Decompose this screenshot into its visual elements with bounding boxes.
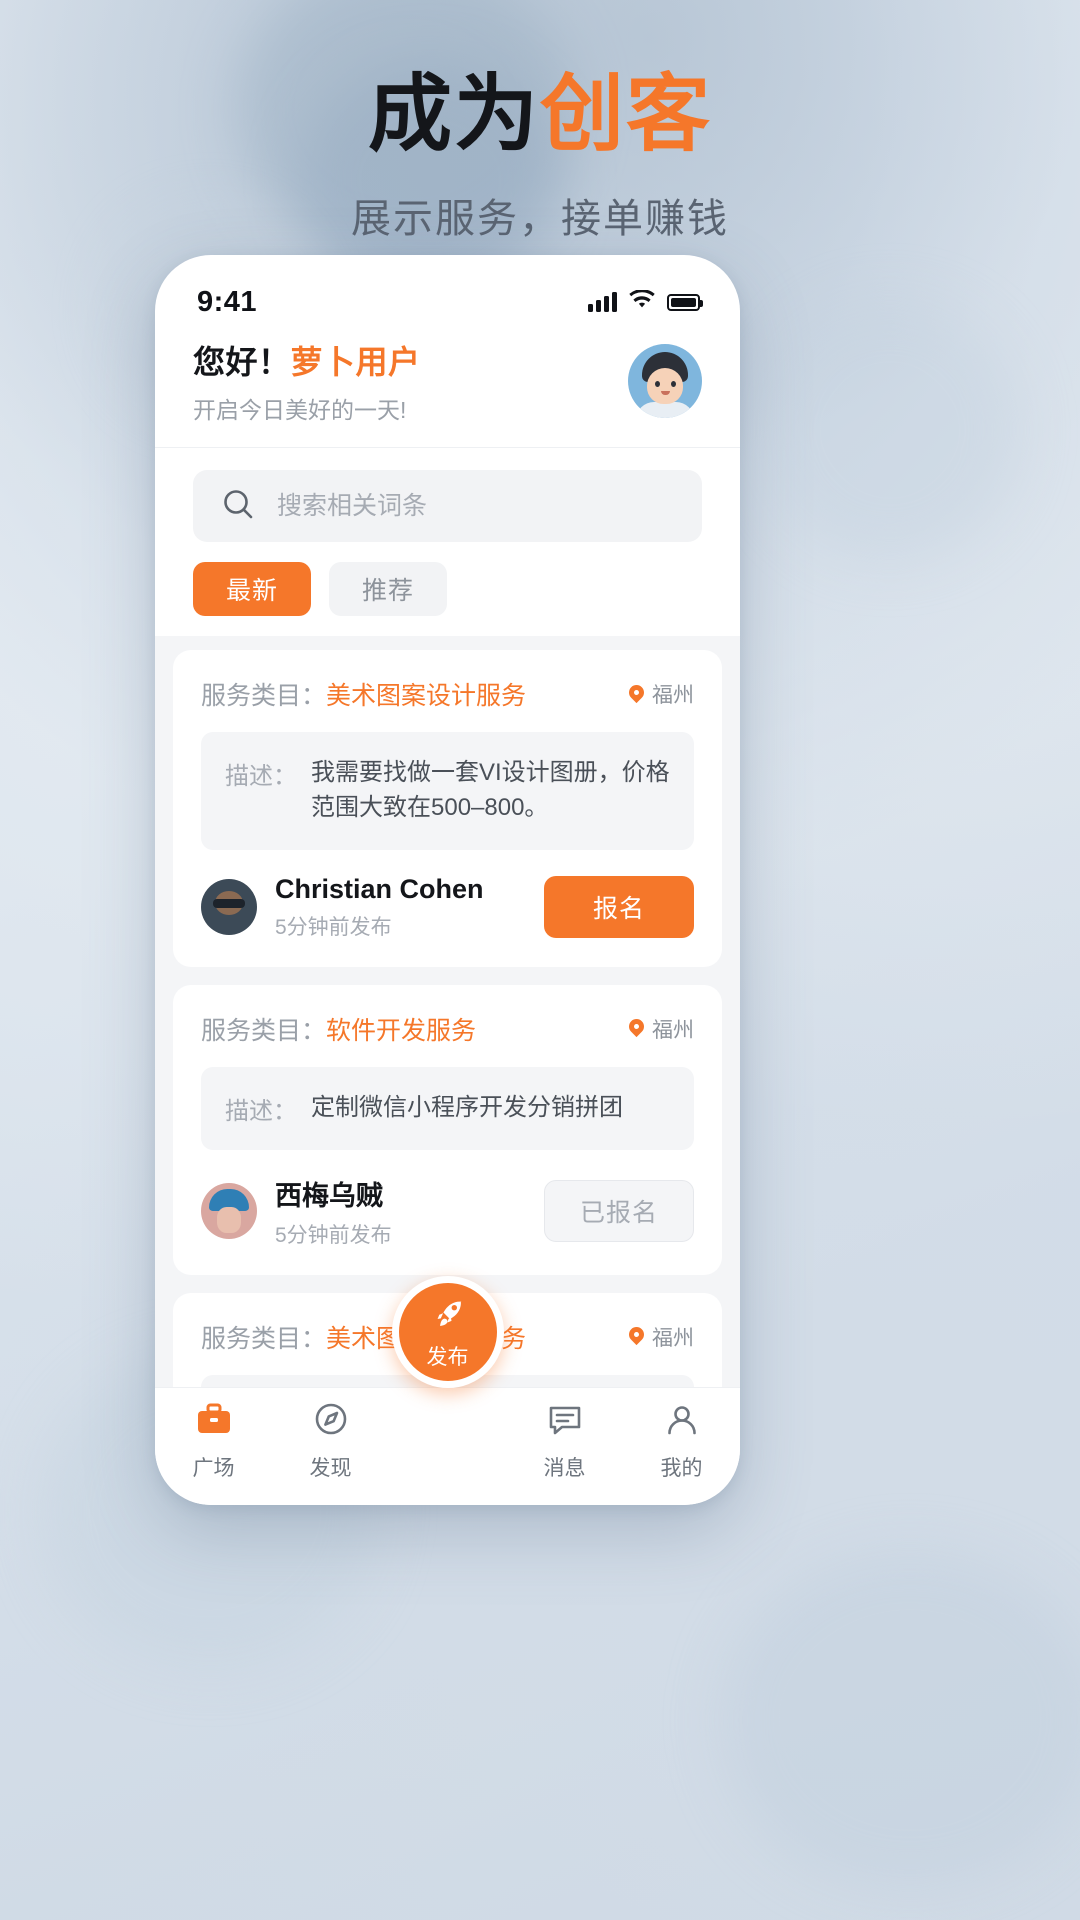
location-pin-icon [629, 1327, 644, 1346]
description-label: 描述： [225, 763, 297, 790]
service-category: 服务类目：美术图案设计服务 [201, 676, 526, 712]
tab-recommended[interactable]: 推荐 [329, 562, 447, 616]
location-tag: 福州 [629, 1322, 694, 1352]
briefcase-icon [195, 1402, 233, 1443]
apply-button[interactable]: 报名 [544, 876, 694, 939]
card-header: 服务类目：美术图案设计服务 福州 [201, 676, 694, 712]
avatar-eye-right [671, 381, 676, 387]
poster-name: Christian Cohen [275, 873, 484, 904]
description-block: 描述： 定制微信小程序开发分销拼团 [201, 1066, 694, 1150]
status-icons [588, 288, 703, 315]
feed-list[interactable]: 服务类目：美术图案设计服务 福州 描述： 我需要找做一套VI设计图册，价格范围大… [155, 636, 740, 1387]
bottom-nav: 广场 发现 发布 消息 我的 [155, 1276, 740, 1505]
user-avatar-ximei[interactable] [201, 1183, 257, 1240]
applied-button: 已报名 [544, 1180, 694, 1243]
poster-time: 5分钟前发布 [275, 915, 392, 939]
tab-latest[interactable]: 最新 [193, 562, 311, 616]
greeting-subtitle: 开启今日美好的一天! [193, 397, 407, 423]
poster-info: Christian Cohen 5分钟前发布 [201, 874, 484, 941]
card-footer: 西梅乌贼 5分钟前发布 已报名 [201, 1174, 694, 1249]
location-label: 福州 [652, 1326, 694, 1350]
greeting-line: 您好！萝卜用户 [193, 337, 421, 383]
location-tag: 福州 [629, 1014, 694, 1044]
wifi-icon [629, 288, 655, 315]
message-icon [546, 1402, 584, 1443]
phone-mockup: 9:41 您好！萝卜用户 开启今日美好的一天! 搜索相关词条 最新 推荐 服务类… [155, 255, 740, 1505]
search-section [155, 448, 740, 542]
nav-label-mine: 我的 [660, 1457, 703, 1480]
poster-info: 西梅乌贼 5分钟前发布 [201, 1174, 392, 1249]
nav-label-plaza: 广场 [192, 1457, 235, 1480]
service-category-label: 服务类目： [201, 1016, 327, 1045]
avatar-eye-left [655, 381, 660, 387]
filter-tabs: 最新 推荐 [155, 542, 740, 636]
search-bar[interactable] [193, 470, 702, 542]
rocket-icon [428, 1294, 468, 1339]
nav-item-discover[interactable]: 发现 [281, 1402, 381, 1482]
tab-latest-label: 最新 [225, 577, 278, 605]
status-time: 9:41 [197, 285, 258, 318]
location-label: 福州 [652, 1018, 694, 1042]
user-avatar-christian[interactable] [201, 879, 257, 936]
page-title: 成为创客 [0, 72, 1080, 156]
service-category-label: 服务类目： [201, 1324, 327, 1353]
greeting-username: 萝卜用户 [290, 344, 421, 380]
location-pin-icon [629, 685, 644, 704]
person-icon [663, 1402, 701, 1443]
status-bar: 9:41 [155, 255, 740, 333]
poster-time: 5分钟前发布 [275, 1223, 392, 1247]
location-tag: 福州 [629, 679, 694, 709]
nav-item-messages[interactable]: 消息 [515, 1402, 615, 1482]
card-footer: Christian Cohen 5分钟前发布 报名 [201, 874, 694, 941]
description-text: 我需要找做一套VI设计图册，价格范围大致在500–800。 [311, 759, 670, 821]
compass-icon [312, 1402, 350, 1443]
nav-label-publish: 发布 [426, 1345, 469, 1369]
poster-text: Christian Cohen 5分钟前发布 [275, 874, 484, 941]
card-header: 服务类目：软件开发服务 福州 [201, 1011, 694, 1047]
headline-dark-part: 成为 [367, 67, 540, 161]
nav-label-discover: 发现 [309, 1457, 352, 1480]
publish-fab-button[interactable]: 发布 [391, 1276, 504, 1388]
location-label: 福州 [652, 684, 694, 707]
list-item[interactable]: 服务类目：软件开发服务 福州 描述： 定制微信小程序开发分销拼团 西梅乌贼 5分… [173, 984, 722, 1275]
location-pin-icon [629, 1019, 644, 1038]
poster-text-block: 成为创客 展示服务，接单赚钱 [0, 0, 1080, 244]
nav-item-mine[interactable]: 我的 [632, 1402, 732, 1482]
list-item[interactable]: 服务类目：美术图案设计服务 福州 描述： 我需要找做一套VI设计图册，价格范围大… [173, 650, 722, 967]
greeting-row: 您好！萝卜用户 开启今日美好的一天! [155, 333, 740, 448]
service-category-label: 服务类目： [201, 682, 327, 710]
search-icon [221, 487, 255, 526]
cellular-signal-icon [588, 292, 617, 312]
page-subtitle: 展示服务，接单赚钱 [351, 197, 729, 241]
service-category: 服务类目：软件开发服务 [201, 1011, 476, 1047]
headline-accent-part: 创客 [540, 67, 713, 161]
poster-text: 西梅乌贼 5分钟前发布 [275, 1174, 392, 1249]
description-block: 描述： 我需要找做一套VI设计图册，价格范围大致在500–800。 [201, 732, 694, 850]
tab-recommended-label: 推荐 [361, 577, 414, 605]
bg-blob [720, 1550, 1080, 1890]
search-input[interactable] [277, 491, 674, 521]
bg-blob [760, 300, 1020, 560]
greeting-salutation: 您好！ [193, 344, 291, 380]
battery-full-icon [667, 293, 703, 311]
description-label: 描述： [225, 1097, 297, 1125]
nav-item-plaza[interactable]: 广场 [164, 1402, 264, 1482]
description-text: 定制微信小程序开发分销拼团 [311, 1093, 623, 1121]
greeting-text: 您好！萝卜用户 开启今日美好的一天! [193, 337, 421, 425]
service-category-value: 软件开发服务 [326, 1016, 477, 1045]
service-category-value: 美术图案设计服务 [326, 682, 527, 710]
avatar-body [636, 402, 694, 418]
avatar[interactable] [628, 344, 702, 418]
nav-label-messages: 消息 [543, 1457, 586, 1480]
poster-name: 西梅乌贼 [275, 1180, 383, 1211]
avatar-face [647, 368, 683, 404]
